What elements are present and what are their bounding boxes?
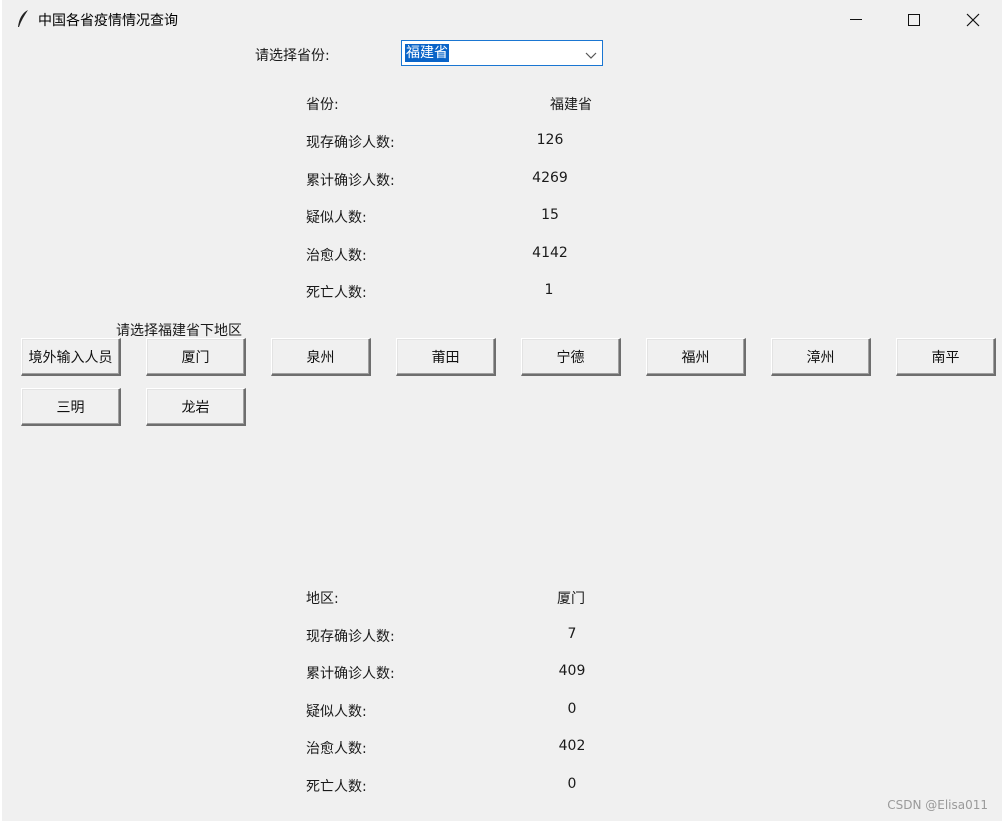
region-current-confirmed-value: 7 [567,626,577,642]
minimize-button[interactable] [827,0,885,40]
chevron-down-icon[interactable] [585,48,597,64]
region-dead-value: 0 [567,776,577,792]
window-title: 中国各省疫情情况查询 [38,13,178,29]
watermark: CSDN @Elisa011 [887,798,988,812]
province-cured-value: 4142 [532,245,568,261]
province-total-confirmed-label: 累计确诊人数: [306,173,395,189]
region-total-confirmed-label: 累计确诊人数: [306,666,395,682]
title-bar[interactable]: 中国各省疫情情况查询 [2,0,1002,40]
province-suspected-value: 15 [541,207,559,223]
province-current-confirmed-label: 现存确诊人数: [306,135,395,151]
province-total-confirmed-value: 4269 [532,170,568,186]
region-prompt: 请选择福建省下地区 [116,323,242,339]
close-icon [966,13,980,27]
maximize-button[interactable] [885,0,943,40]
app-window: 中国各省疫情情况查询 请选择省份: 福建省 省份: 福建省 现存确诊人数: 12… [2,0,1002,821]
minimize-icon [850,19,862,20]
feather-icon [16,9,30,29]
region-button-zhangzhou[interactable]: 漳州 [771,338,871,376]
region-button-overseas[interactable]: 境外输入人员 [21,338,121,376]
region-button-fuzhou[interactable]: 福州 [646,338,746,376]
region-button-longyan[interactable]: 龙岩 [146,388,246,426]
region-label: 地区: [306,591,339,607]
region-button-xiamen[interactable]: 厦门 [146,338,246,376]
region-button-nanping[interactable]: 南平 [896,338,996,376]
region-suspected-label: 疑似人数: [306,704,367,720]
close-button[interactable] [944,0,1002,40]
maximize-icon [908,14,920,26]
region-cured-value: 402 [558,738,586,754]
region-total-confirmed-value: 409 [558,663,586,679]
province-combobox[interactable]: 福建省 [401,40,603,66]
province-select-label: 请选择省份: [255,48,330,64]
province-dead-value: 1 [544,282,554,298]
province-cured-label: 治愈人数: [306,248,367,264]
province-suspected-label: 疑似人数: [306,210,367,226]
province-value: 福建省 [550,97,592,113]
region-cured-label: 治愈人数: [306,741,367,757]
region-current-confirmed-label: 现存确诊人数: [306,629,395,645]
province-combobox-value: 福建省 [405,44,449,62]
region-button-sanming[interactable]: 三明 [21,388,121,426]
region-value: 厦门 [557,591,585,607]
region-dead-label: 死亡人数: [306,779,367,795]
region-button-ningde[interactable]: 宁德 [521,338,621,376]
province-current-confirmed-value: 126 [536,132,564,148]
province-dead-label: 死亡人数: [306,285,367,301]
region-suspected-value: 0 [567,701,577,717]
province-label: 省份: [306,97,339,113]
region-button-putian[interactable]: 莆田 [396,338,496,376]
region-button-quanzhou[interactable]: 泉州 [271,338,371,376]
